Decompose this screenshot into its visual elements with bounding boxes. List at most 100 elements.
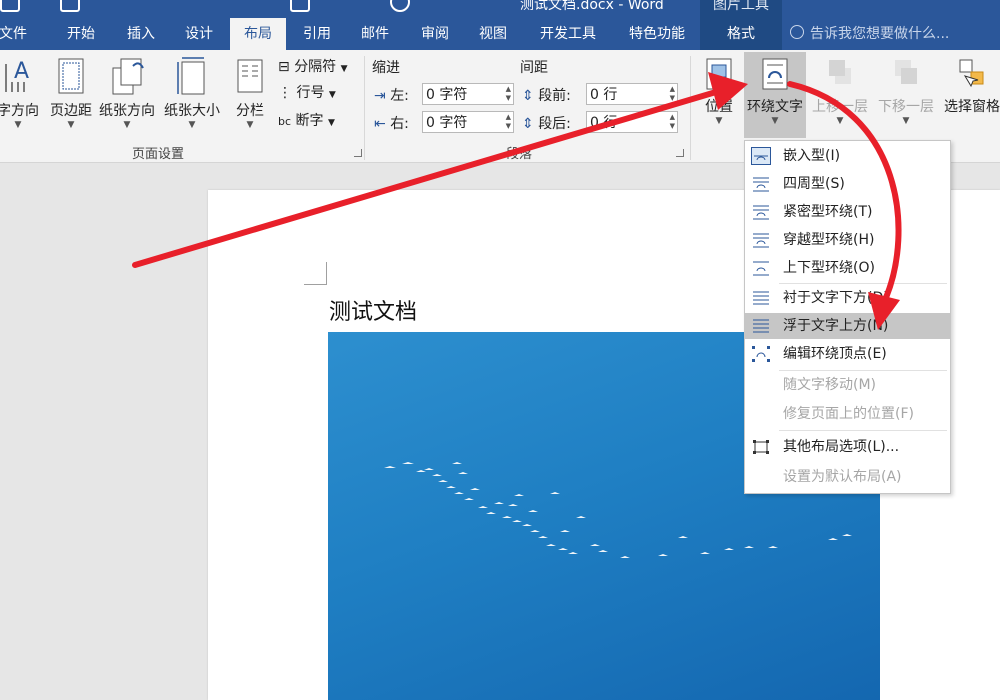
in-front-of-text-icon <box>753 319 769 333</box>
spacing-after-icon: ⇕ <box>522 116 534 132</box>
indent-right-input[interactable]: 0 字符 ▲ ▼ <box>422 111 514 133</box>
indent-left-label: ⇥ 左: <box>374 85 409 105</box>
indent-right-label: ⇤ 右: <box>374 113 409 133</box>
spacing-label: 间距 <box>520 60 548 76</box>
picture-tools-context-label: 图片工具 <box>700 0 782 18</box>
menu-item-inline-label: 嵌入型(I) <box>783 148 841 164</box>
spin-arrows-icon[interactable]: ▲ ▼ <box>670 85 675 103</box>
undo-icon[interactable] <box>60 0 80 12</box>
margins-button[interactable]: 页边距 ▼ <box>46 56 96 130</box>
tab-layout[interactable]: 布局 <box>230 18 286 50</box>
size-button[interactable]: 纸张大小 ▼ <box>160 56 224 130</box>
spacing-after-label: ⇕ 段后: <box>522 113 571 133</box>
tab-insert[interactable]: 插入 <box>118 18 164 50</box>
menu-item-inline[interactable]: 嵌入型(I) <box>745 143 950 169</box>
paragraph-dialog-launcher-icon[interactable] <box>676 149 684 157</box>
wrap-text-button[interactable]: 环绕文字 ▼ <box>744 52 806 138</box>
hyphenation-label: 断字 <box>295 113 324 129</box>
bring-forward-button[interactable]: 上移一层 ▼ <box>808 56 872 126</box>
chevron-down-icon: ▼ <box>188 120 196 130</box>
tab-view[interactable]: 视图 <box>470 18 516 50</box>
spacing-after-text: 段后: <box>538 116 571 132</box>
menu-item-top-bottom[interactable]: 上下型环绕(O) <box>745 255 950 281</box>
indent-left-value: 0 字符 <box>426 87 468 103</box>
spin-arrows-icon[interactable]: ▲ ▼ <box>506 113 511 131</box>
chevron-down-icon: ▼ <box>123 120 131 130</box>
spacing-after-value: 0 行 <box>590 115 618 131</box>
menu-item-top-bottom-label: 上下型环绕(O) <box>783 260 875 276</box>
menu-item-edit-wrap-points[interactable]: 编辑环绕顶点(E) <box>745 341 950 367</box>
chevron-down-icon: ▼ <box>327 118 335 128</box>
menu-item-behind-text[interactable]: 衬于文字下方(D) <box>745 285 950 311</box>
hyphenation-icon: bc <box>278 115 292 128</box>
menu-item-set-default-layout-label: 设置为默认布局(A) <box>783 469 902 485</box>
indent-right-icon: ⇤ <box>374 116 386 132</box>
line-numbers-icon: ⋮ <box>278 85 292 101</box>
hyphenation-button[interactable]: bc 断字 ▼ <box>278 110 335 130</box>
bring-forward-label: 上移一层 <box>812 99 868 115</box>
orientation-label: 纸张方向 <box>99 103 155 119</box>
spacing-before-text: 段前: <box>538 88 571 104</box>
send-backward-button[interactable]: 下移一层 ▼ <box>874 56 938 126</box>
tab-developer[interactable]: 开发工具 <box>530 18 606 50</box>
document-heading[interactable]: 测试文档 <box>329 294 417 326</box>
menu-item-square[interactable]: 四周型(S) <box>745 171 950 197</box>
tab-design[interactable]: 设计 <box>176 18 222 50</box>
menu-item-fix-position-label: 修复页面上的位置(F) <box>783 406 914 422</box>
chevron-down-icon: ▼ <box>771 116 779 126</box>
spacing-before-label: ⇕ 段前: <box>522 85 571 105</box>
position-label: 位置 <box>705 99 733 115</box>
through-wrap-icon <box>753 233 769 248</box>
save-icon[interactable] <box>0 0 20 12</box>
line-numbers-button[interactable]: ⋮ 行号 ▼ <box>278 82 336 102</box>
menu-item-fix-position[interactable]: 修复页面上的位置(F) <box>745 401 950 427</box>
group-divider <box>364 56 365 160</box>
position-button[interactable]: 位置 ▼ <box>698 56 740 126</box>
menu-item-tight-label: 紧密型环绕(T) <box>783 204 873 220</box>
orientation-button[interactable]: 纸张方向 ▼ <box>96 56 158 130</box>
page-size-icon <box>177 57 205 95</box>
menu-item-in-front-of-text-label: 浮于文字上方(N) <box>783 318 889 334</box>
menu-item-more-layout-options-label: 其他布局选项(L)... <box>783 439 900 455</box>
columns-button[interactable]: 分栏 ▼ <box>230 56 270 130</box>
text-direction-button[interactable]: A 字方向 ▼ <box>0 56 44 130</box>
lightbulb-icon <box>790 25 804 39</box>
tab-format[interactable]: 格式 <box>700 18 782 50</box>
bring-forward-icon <box>829 60 851 84</box>
tight-wrap-icon <box>753 205 769 220</box>
indent-left-input[interactable]: 0 字符 ▲ ▼ <box>422 83 514 105</box>
menu-item-in-front-of-text[interactable]: 浮于文字上方(N) <box>745 313 950 339</box>
menu-item-behind-text-label: 衬于文字下方(D) <box>783 290 889 306</box>
tab-mailings[interactable]: 邮件 <box>352 18 398 50</box>
menu-item-more-layout-options[interactable]: 其他布局选项(L)... <box>745 434 950 460</box>
chevron-down-icon: ▼ <box>14 120 22 130</box>
tab-home[interactable]: 开始 <box>58 18 104 50</box>
menu-item-move-with-text-label: 随文字移动(M) <box>783 377 877 393</box>
indent-label: 缩进 <box>372 60 400 76</box>
page-setup-dialog-launcher-icon[interactable] <box>354 149 362 157</box>
print-preview-icon[interactable] <box>290 0 310 12</box>
spacing-after-input[interactable]: 0 行 ▲ ▼ <box>586 111 678 133</box>
breaks-icon: ⊟ <box>278 59 290 75</box>
spin-arrows-icon[interactable]: ▲ ▼ <box>506 85 511 103</box>
tell-me-box[interactable]: 告诉我您想要做什么... <box>790 18 949 50</box>
tab-review[interactable]: 审阅 <box>412 18 458 50</box>
text-direction-label: 字方向 <box>0 103 39 119</box>
redo-icon[interactable] <box>390 0 410 12</box>
spin-arrows-icon[interactable]: ▲ ▼ <box>670 113 675 131</box>
tab-file[interactable]: 文件 <box>0 18 30 50</box>
selection-pane-label: 选择窗格 <box>944 99 1000 115</box>
wrap-text-label: 环绕文字 <box>747 99 803 115</box>
spacing-before-input[interactable]: 0 行 ▲ ▼ <box>586 83 678 105</box>
menu-item-move-with-text[interactable]: 随文字移动(M) <box>745 372 950 398</box>
tab-references[interactable]: 引用 <box>294 18 340 50</box>
selection-pane-button[interactable]: 选择窗格 <box>940 56 1000 116</box>
chevron-down-icon: ▼ <box>246 120 254 130</box>
menu-separator <box>779 370 947 371</box>
menu-item-through[interactable]: 穿越型环绕(H) <box>745 227 950 253</box>
tab-special-features[interactable]: 特色功能 <box>618 18 696 50</box>
wrap-text-icon <box>762 58 788 90</box>
menu-item-set-default-layout[interactable]: 设置为默认布局(A) <box>745 464 950 490</box>
breaks-button[interactable]: ⊟ 分隔符 ▼ <box>278 56 348 76</box>
menu-item-tight[interactable]: 紧密型环绕(T) <box>745 199 950 225</box>
